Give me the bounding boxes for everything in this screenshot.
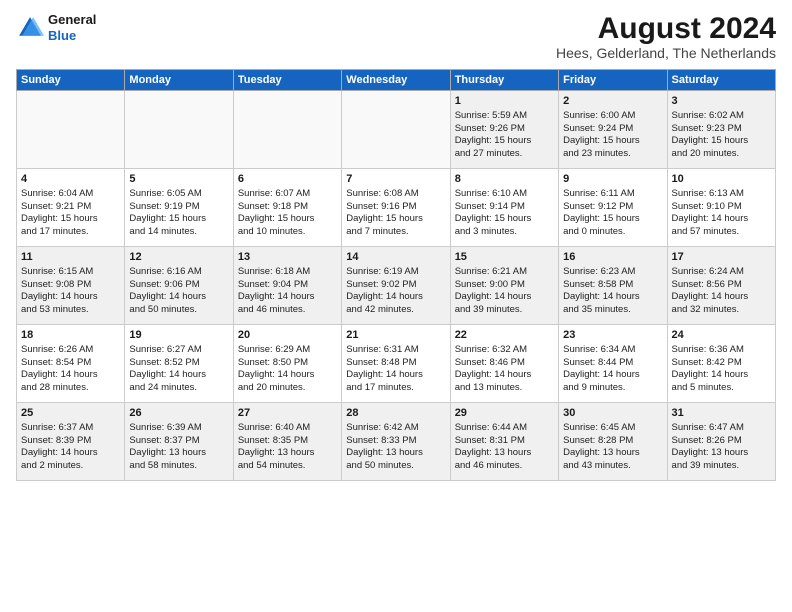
day-number: 20 xyxy=(238,328,337,343)
logo-icon xyxy=(16,14,44,42)
col-header-friday: Friday xyxy=(559,70,667,91)
day-number: 7 xyxy=(346,172,445,187)
logo-line1: General xyxy=(48,12,96,27)
calendar-cell: 27Sunrise: 6:40 AMSunset: 8:35 PMDayligh… xyxy=(233,403,341,481)
calendar-cell: 28Sunrise: 6:42 AMSunset: 8:33 PMDayligh… xyxy=(342,403,450,481)
title-block: August 2024 Hees, Gelderland, The Nether… xyxy=(556,12,776,61)
col-header-sunday: Sunday xyxy=(17,70,125,91)
calendar-cell: 16Sunrise: 6:23 AMSunset: 8:58 PMDayligh… xyxy=(559,247,667,325)
page: General Blue August 2024 Hees, Gelderlan… xyxy=(0,0,792,612)
day-number: 8 xyxy=(455,172,554,187)
calendar-cell xyxy=(17,91,125,169)
calendar-table: SundayMondayTuesdayWednesdayThursdayFrid… xyxy=(16,69,776,481)
col-header-monday: Monday xyxy=(125,70,233,91)
day-number: 27 xyxy=(238,406,337,421)
month-title: August 2024 xyxy=(556,12,776,45)
calendar-cell: 22Sunrise: 6:32 AMSunset: 8:46 PMDayligh… xyxy=(450,325,558,403)
calendar-cell: 19Sunrise: 6:27 AMSunset: 8:52 PMDayligh… xyxy=(125,325,233,403)
day-number: 14 xyxy=(346,250,445,265)
calendar-cell: 30Sunrise: 6:45 AMSunset: 8:28 PMDayligh… xyxy=(559,403,667,481)
calendar-cell xyxy=(233,91,341,169)
day-number: 11 xyxy=(21,250,120,265)
logo-text: General Blue xyxy=(48,12,96,43)
calendar-cell: 4Sunrise: 6:04 AMSunset: 9:21 PMDaylight… xyxy=(17,169,125,247)
day-number: 22 xyxy=(455,328,554,343)
calendar-cell: 5Sunrise: 6:05 AMSunset: 9:19 PMDaylight… xyxy=(125,169,233,247)
week-row-3: 11Sunrise: 6:15 AMSunset: 9:08 PMDayligh… xyxy=(17,247,776,325)
calendar-cell: 8Sunrise: 6:10 AMSunset: 9:14 PMDaylight… xyxy=(450,169,558,247)
calendar-cell: 3Sunrise: 6:02 AMSunset: 9:23 PMDaylight… xyxy=(667,91,775,169)
calendar-cell: 17Sunrise: 6:24 AMSunset: 8:56 PMDayligh… xyxy=(667,247,775,325)
day-number: 23 xyxy=(563,328,662,343)
calendar-cell: 9Sunrise: 6:11 AMSunset: 9:12 PMDaylight… xyxy=(559,169,667,247)
calendar-cell: 20Sunrise: 6:29 AMSunset: 8:50 PMDayligh… xyxy=(233,325,341,403)
calendar-cell: 13Sunrise: 6:18 AMSunset: 9:04 PMDayligh… xyxy=(233,247,341,325)
col-header-thursday: Thursday xyxy=(450,70,558,91)
calendar-cell: 21Sunrise: 6:31 AMSunset: 8:48 PMDayligh… xyxy=(342,325,450,403)
day-number: 5 xyxy=(129,172,228,187)
calendar-cell: 29Sunrise: 6:44 AMSunset: 8:31 PMDayligh… xyxy=(450,403,558,481)
day-number: 17 xyxy=(672,250,771,265)
day-number: 25 xyxy=(21,406,120,421)
calendar-cell: 23Sunrise: 6:34 AMSunset: 8:44 PMDayligh… xyxy=(559,325,667,403)
week-row-5: 25Sunrise: 6:37 AMSunset: 8:39 PMDayligh… xyxy=(17,403,776,481)
calendar-cell: 18Sunrise: 6:26 AMSunset: 8:54 PMDayligh… xyxy=(17,325,125,403)
calendar-cell: 12Sunrise: 6:16 AMSunset: 9:06 PMDayligh… xyxy=(125,247,233,325)
subtitle: Hees, Gelderland, The Netherlands xyxy=(556,45,776,61)
calendar-cell: 7Sunrise: 6:08 AMSunset: 9:16 PMDaylight… xyxy=(342,169,450,247)
calendar-cell: 15Sunrise: 6:21 AMSunset: 9:00 PMDayligh… xyxy=(450,247,558,325)
calendar-cell: 14Sunrise: 6:19 AMSunset: 9:02 PMDayligh… xyxy=(342,247,450,325)
day-number: 18 xyxy=(21,328,120,343)
logo-line2: Blue xyxy=(48,28,76,43)
day-number: 3 xyxy=(672,94,771,109)
week-row-2: 4Sunrise: 6:04 AMSunset: 9:21 PMDaylight… xyxy=(17,169,776,247)
day-number: 15 xyxy=(455,250,554,265)
day-number: 1 xyxy=(455,94,554,109)
day-number: 10 xyxy=(672,172,771,187)
calendar-cell: 25Sunrise: 6:37 AMSunset: 8:39 PMDayligh… xyxy=(17,403,125,481)
calendar-cell: 11Sunrise: 6:15 AMSunset: 9:08 PMDayligh… xyxy=(17,247,125,325)
col-header-saturday: Saturday xyxy=(667,70,775,91)
calendar-cell: 2Sunrise: 6:00 AMSunset: 9:24 PMDaylight… xyxy=(559,91,667,169)
day-number: 21 xyxy=(346,328,445,343)
calendar-cell: 6Sunrise: 6:07 AMSunset: 9:18 PMDaylight… xyxy=(233,169,341,247)
calendar-cell xyxy=(342,91,450,169)
week-row-4: 18Sunrise: 6:26 AMSunset: 8:54 PMDayligh… xyxy=(17,325,776,403)
logo: General Blue xyxy=(16,12,96,43)
day-number: 12 xyxy=(129,250,228,265)
day-number: 13 xyxy=(238,250,337,265)
day-number: 2 xyxy=(563,94,662,109)
col-header-wednesday: Wednesday xyxy=(342,70,450,91)
header-row: SundayMondayTuesdayWednesdayThursdayFrid… xyxy=(17,70,776,91)
day-number: 31 xyxy=(672,406,771,421)
day-number: 29 xyxy=(455,406,554,421)
day-number: 28 xyxy=(346,406,445,421)
day-number: 9 xyxy=(563,172,662,187)
day-number: 4 xyxy=(21,172,120,187)
day-number: 24 xyxy=(672,328,771,343)
col-header-tuesday: Tuesday xyxy=(233,70,341,91)
calendar-cell: 10Sunrise: 6:13 AMSunset: 9:10 PMDayligh… xyxy=(667,169,775,247)
day-number: 19 xyxy=(129,328,228,343)
calendar-cell: 1Sunrise: 5:59 AMSunset: 9:26 PMDaylight… xyxy=(450,91,558,169)
calendar-cell xyxy=(125,91,233,169)
header: General Blue August 2024 Hees, Gelderlan… xyxy=(16,12,776,61)
day-number: 6 xyxy=(238,172,337,187)
week-row-1: 1Sunrise: 5:59 AMSunset: 9:26 PMDaylight… xyxy=(17,91,776,169)
day-number: 26 xyxy=(129,406,228,421)
calendar-cell: 24Sunrise: 6:36 AMSunset: 8:42 PMDayligh… xyxy=(667,325,775,403)
calendar-cell: 26Sunrise: 6:39 AMSunset: 8:37 PMDayligh… xyxy=(125,403,233,481)
day-number: 16 xyxy=(563,250,662,265)
day-number: 30 xyxy=(563,406,662,421)
calendar-cell: 31Sunrise: 6:47 AMSunset: 8:26 PMDayligh… xyxy=(667,403,775,481)
